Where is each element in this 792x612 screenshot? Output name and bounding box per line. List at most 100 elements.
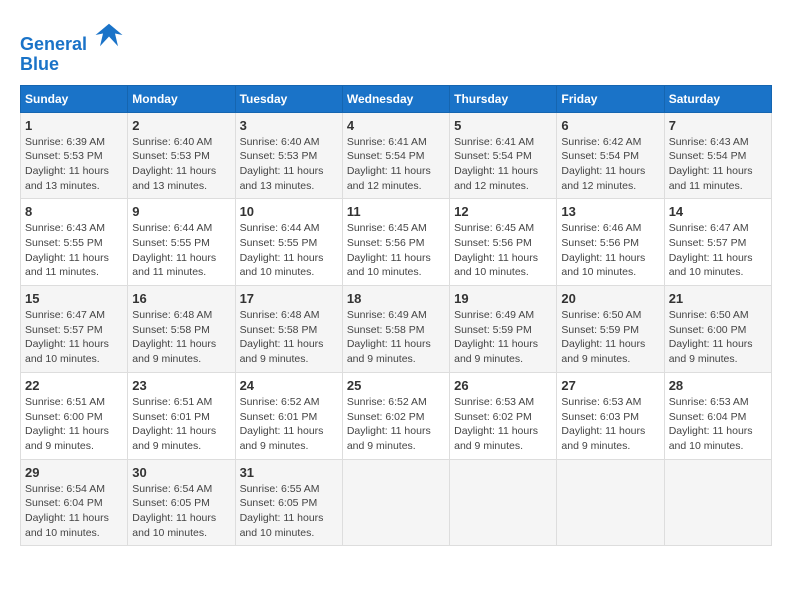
day-number: 11 [347,204,445,219]
calendar-cell: 8 Sunrise: 6:43 AM Sunset: 5:55 PM Dayli… [21,199,128,286]
calendar-cell: 13 Sunrise: 6:46 AM Sunset: 5:56 PM Dayl… [557,199,664,286]
day-number: 30 [132,465,230,480]
calendar-week: 22 Sunrise: 6:51 AM Sunset: 6:00 PM Dayl… [21,372,772,459]
calendar-cell: 1 Sunrise: 6:39 AM Sunset: 5:53 PM Dayli… [21,112,128,199]
day-number: 27 [561,378,659,393]
day-info: Sunrise: 6:48 AM Sunset: 5:58 PM Dayligh… [240,308,338,367]
day-number: 4 [347,118,445,133]
calendar-cell: 2 Sunrise: 6:40 AM Sunset: 5:53 PM Dayli… [128,112,235,199]
day-info: Sunrise: 6:43 AM Sunset: 5:54 PM Dayligh… [669,135,767,194]
calendar-cell [450,459,557,546]
calendar-cell: 15 Sunrise: 6:47 AM Sunset: 5:57 PM Dayl… [21,286,128,373]
day-number: 3 [240,118,338,133]
day-info: Sunrise: 6:55 AM Sunset: 6:05 PM Dayligh… [240,482,338,541]
calendar-cell: 14 Sunrise: 6:47 AM Sunset: 5:57 PM Dayl… [664,199,771,286]
calendar-cell [664,459,771,546]
day-number: 22 [25,378,123,393]
day-info: Sunrise: 6:52 AM Sunset: 6:02 PM Dayligh… [347,395,445,454]
calendar-cell: 31 Sunrise: 6:55 AM Sunset: 6:05 PM Dayl… [235,459,342,546]
calendar-cell: 16 Sunrise: 6:48 AM Sunset: 5:58 PM Dayl… [128,286,235,373]
day-number: 15 [25,291,123,306]
calendar-cell: 19 Sunrise: 6:49 AM Sunset: 5:59 PM Dayl… [450,286,557,373]
day-info: Sunrise: 6:44 AM Sunset: 5:55 PM Dayligh… [132,221,230,280]
day-info: Sunrise: 6:46 AM Sunset: 5:56 PM Dayligh… [561,221,659,280]
day-info: Sunrise: 6:40 AM Sunset: 5:53 PM Dayligh… [240,135,338,194]
day-number: 5 [454,118,552,133]
calendar-cell: 30 Sunrise: 6:54 AM Sunset: 6:05 PM Dayl… [128,459,235,546]
calendar-cell: 7 Sunrise: 6:43 AM Sunset: 5:54 PM Dayli… [664,112,771,199]
day-number: 24 [240,378,338,393]
day-info: Sunrise: 6:53 AM Sunset: 6:04 PM Dayligh… [669,395,767,454]
day-number: 28 [669,378,767,393]
calendar-cell: 20 Sunrise: 6:50 AM Sunset: 5:59 PM Dayl… [557,286,664,373]
calendar-cell: 23 Sunrise: 6:51 AM Sunset: 6:01 PM Dayl… [128,372,235,459]
day-info: Sunrise: 6:48 AM Sunset: 5:58 PM Dayligh… [132,308,230,367]
day-number: 2 [132,118,230,133]
day-number: 29 [25,465,123,480]
calendar-cell: 17 Sunrise: 6:48 AM Sunset: 5:58 PM Dayl… [235,286,342,373]
calendar-cell: 4 Sunrise: 6:41 AM Sunset: 5:54 PM Dayli… [342,112,449,199]
calendar-cell: 26 Sunrise: 6:53 AM Sunset: 6:02 PM Dayl… [450,372,557,459]
day-number: 23 [132,378,230,393]
calendar-cell: 3 Sunrise: 6:40 AM Sunset: 5:53 PM Dayli… [235,112,342,199]
calendar-cell: 28 Sunrise: 6:53 AM Sunset: 6:04 PM Dayl… [664,372,771,459]
day-number: 18 [347,291,445,306]
day-number: 25 [347,378,445,393]
day-number: 26 [454,378,552,393]
calendar-cell: 12 Sunrise: 6:45 AM Sunset: 5:56 PM Dayl… [450,199,557,286]
day-info: Sunrise: 6:49 AM Sunset: 5:59 PM Dayligh… [454,308,552,367]
weekday-header: Monday [128,85,235,112]
day-info: Sunrise: 6:41 AM Sunset: 5:54 PM Dayligh… [454,135,552,194]
calendar-cell: 9 Sunrise: 6:44 AM Sunset: 5:55 PM Dayli… [128,199,235,286]
calendar-table: SundayMondayTuesdayWednesdayThursdayFrid… [20,85,772,547]
logo-subtext: Blue [20,55,124,75]
weekday-header: Thursday [450,85,557,112]
day-number: 12 [454,204,552,219]
logo: General Blue [20,20,124,75]
day-info: Sunrise: 6:49 AM Sunset: 5:58 PM Dayligh… [347,308,445,367]
day-number: 17 [240,291,338,306]
day-number: 1 [25,118,123,133]
day-info: Sunrise: 6:50 AM Sunset: 5:59 PM Dayligh… [561,308,659,367]
calendar-cell: 6 Sunrise: 6:42 AM Sunset: 5:54 PM Dayli… [557,112,664,199]
day-number: 13 [561,204,659,219]
day-info: Sunrise: 6:50 AM Sunset: 6:00 PM Dayligh… [669,308,767,367]
day-info: Sunrise: 6:53 AM Sunset: 6:03 PM Dayligh… [561,395,659,454]
day-info: Sunrise: 6:43 AM Sunset: 5:55 PM Dayligh… [25,221,123,280]
day-number: 7 [669,118,767,133]
day-number: 20 [561,291,659,306]
calendar-cell: 29 Sunrise: 6:54 AM Sunset: 6:04 PM Dayl… [21,459,128,546]
page-header: General Blue [20,20,772,75]
calendar-cell: 24 Sunrise: 6:52 AM Sunset: 6:01 PM Dayl… [235,372,342,459]
day-number: 16 [132,291,230,306]
day-info: Sunrise: 6:39 AM Sunset: 5:53 PM Dayligh… [25,135,123,194]
day-info: Sunrise: 6:44 AM Sunset: 5:55 PM Dayligh… [240,221,338,280]
day-info: Sunrise: 6:45 AM Sunset: 5:56 PM Dayligh… [347,221,445,280]
logo-text: General [20,20,124,55]
calendar-cell: 27 Sunrise: 6:53 AM Sunset: 6:03 PM Dayl… [557,372,664,459]
day-number: 6 [561,118,659,133]
day-info: Sunrise: 6:41 AM Sunset: 5:54 PM Dayligh… [347,135,445,194]
day-number: 21 [669,291,767,306]
calendar-cell: 5 Sunrise: 6:41 AM Sunset: 5:54 PM Dayli… [450,112,557,199]
weekday-header: Friday [557,85,664,112]
day-number: 9 [132,204,230,219]
day-info: Sunrise: 6:47 AM Sunset: 5:57 PM Dayligh… [669,221,767,280]
logo-bird-icon [94,20,124,50]
day-info: Sunrise: 6:45 AM Sunset: 5:56 PM Dayligh… [454,221,552,280]
calendar-week: 15 Sunrise: 6:47 AM Sunset: 5:57 PM Dayl… [21,286,772,373]
calendar-cell: 11 Sunrise: 6:45 AM Sunset: 5:56 PM Dayl… [342,199,449,286]
weekday-header: Saturday [664,85,771,112]
day-info: Sunrise: 6:51 AM Sunset: 6:01 PM Dayligh… [132,395,230,454]
day-info: Sunrise: 6:54 AM Sunset: 6:05 PM Dayligh… [132,482,230,541]
day-info: Sunrise: 6:54 AM Sunset: 6:04 PM Dayligh… [25,482,123,541]
calendar-cell: 21 Sunrise: 6:50 AM Sunset: 6:00 PM Dayl… [664,286,771,373]
calendar-week: 29 Sunrise: 6:54 AM Sunset: 6:04 PM Dayl… [21,459,772,546]
calendar-week: 1 Sunrise: 6:39 AM Sunset: 5:53 PM Dayli… [21,112,772,199]
day-info: Sunrise: 6:42 AM Sunset: 5:54 PM Dayligh… [561,135,659,194]
day-info: Sunrise: 6:40 AM Sunset: 5:53 PM Dayligh… [132,135,230,194]
day-number: 31 [240,465,338,480]
weekday-header: Sunday [21,85,128,112]
day-info: Sunrise: 6:51 AM Sunset: 6:00 PM Dayligh… [25,395,123,454]
day-number: 10 [240,204,338,219]
